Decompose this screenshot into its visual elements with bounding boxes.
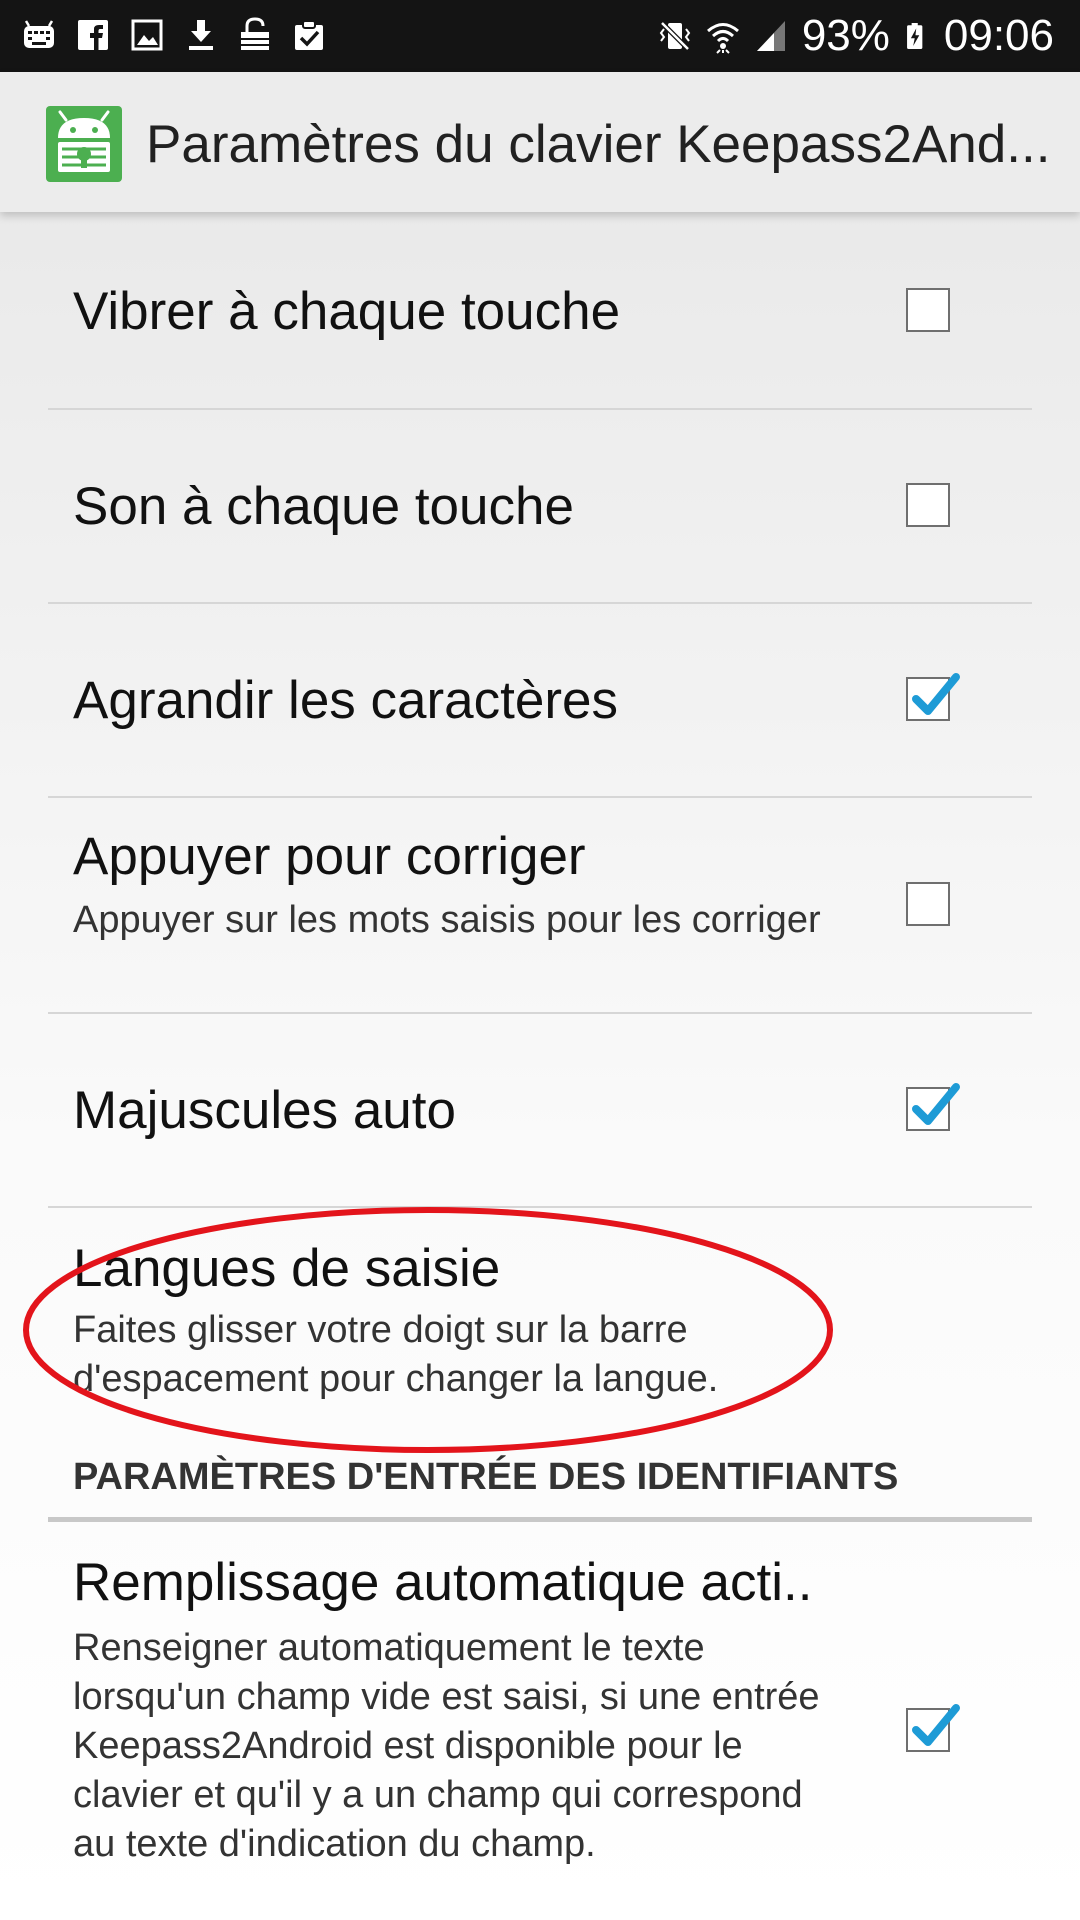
auto-capitalization-checkbox[interactable] [906,1083,960,1131]
vibrate-checkbox[interactable] [906,288,950,332]
setting-title: Agrandir les caractères [73,671,618,730]
setting-auto-capitalization[interactable]: Majuscules auto [48,1014,1032,1208]
setting-title: Remplissage automatique acti.. [73,1553,813,1612]
checkmark-icon [912,673,960,715]
setting-title: Son à chaque touche [73,477,574,536]
checkmark-icon [912,1704,960,1746]
keyboard-icon [24,20,54,48]
setting-vibrate-on-keypress[interactable]: Vibrer à chaque touche [48,216,1032,410]
wifi-icon [706,23,739,54]
enlarge-characters-checkbox[interactable] [906,673,960,721]
facebook-icon [78,20,108,50]
setting-sound-on-keypress[interactable]: Son à chaque touche [48,410,1032,604]
screen-title: Paramètres du clavier Keepass2And... [146,115,1046,174]
clipboard-check-icon [295,20,323,50]
setting-summary: Appuyer sur les mots saisis pour les cor… [73,899,821,941]
clock: 09:06 [943,11,1054,60]
battery-percentage: 93% [801,11,890,60]
setting-summary: Faites glisser votre doigt sur la barre … [73,1309,719,1400]
setting-title: Vibrer à chaque touche [73,282,621,341]
action-bar: Paramètres du clavier Keepass2And... [0,72,1080,212]
lock-icon [241,17,269,50]
setting-input-languages[interactable]: Langues de saisie Faites glisser votre d… [48,1208,1032,1440]
sound-checkbox[interactable] [906,483,950,527]
keepass2android-app-icon[interactable] [46,106,122,182]
setting-title: Langues de saisie [73,1239,501,1298]
image-icon [131,19,163,51]
setting-title: Majuscules auto [73,1081,456,1140]
notification-icons [22,16,326,56]
setting-title: Appuyer pour corriger [73,827,586,886]
checkmark-icon [912,1083,960,1125]
signal-icon [756,21,785,51]
setting-tap-to-correct[interactable]: Appuyer pour corriger Appuyer sur les mo… [48,798,1032,1014]
status-bar: 93% 09:06 [0,0,1080,72]
setting-summary: Renseigner automatiquement le texte lors… [73,1627,820,1865]
setting-auto-fill[interactable]: Remplissage automatique acti.. Renseigne… [48,1524,1032,1920]
setting-enlarge-characters[interactable]: Agrandir les caractères [48,604,1032,798]
system-status: 93% 09:06 [658,8,1054,64]
battery-charging-icon [906,23,923,49]
download-icon [189,20,213,50]
tap-to-correct-checkbox[interactable] [906,882,950,926]
section-header-credentials: PARAMÈTRES D'ENTRÉE DES IDENTIFIANTS [48,1440,1032,1522]
section-header-label: PARAMÈTRES D'ENTRÉE DES IDENTIFIANTS [73,1456,899,1498]
auto-fill-checkbox[interactable] [906,1704,960,1752]
vibrate-icon [659,21,691,51]
